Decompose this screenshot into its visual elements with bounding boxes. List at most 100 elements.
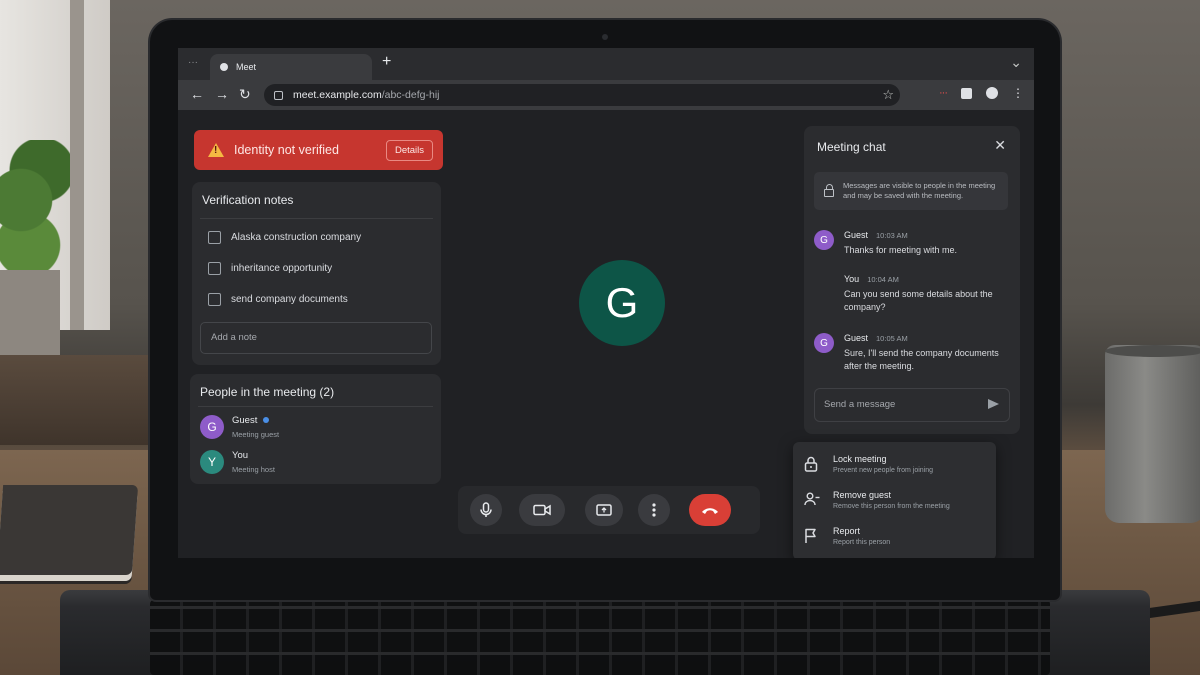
present-screen-button[interactable] bbox=[585, 494, 623, 526]
participant-name: Guest bbox=[232, 415, 279, 426]
notes-title: Verification notes bbox=[202, 193, 294, 207]
menu-item-remove-guest[interactable]: Remove guest Remove this person from the… bbox=[793, 486, 996, 522]
background-plant bbox=[0, 140, 70, 290]
avatar: G bbox=[200, 415, 224, 439]
chat-message: G Guest 10:03 AM Thanks for meeting with … bbox=[814, 230, 1010, 270]
verification-notes-panel: Verification notes Alaska construction c… bbox=[192, 182, 441, 365]
site-info-icon[interactable] bbox=[274, 90, 283, 100]
back-arrow-icon[interactable]: ← bbox=[190, 87, 204, 101]
menu-item-description: Prevent new people from joining bbox=[833, 467, 934, 474]
note-item[interactable]: inheritance opportunity bbox=[208, 262, 332, 275]
flag-icon bbox=[805, 528, 816, 543]
chat-message: G Guest 10:05 AM Sure, I'll send the comp… bbox=[814, 333, 1010, 383]
hang-up-icon bbox=[702, 507, 718, 514]
camera-button[interactable] bbox=[519, 494, 565, 526]
desk-notebook bbox=[0, 485, 139, 575]
desk-mug bbox=[1105, 345, 1200, 523]
laptop-keyboard bbox=[150, 600, 1050, 675]
chat-info-text: Messages are visible to people in the me… bbox=[843, 181, 996, 200]
participant-role: Meeting host bbox=[232, 465, 275, 474]
main-participant-avatar: G bbox=[579, 260, 665, 346]
recording-indicator-icon: ··· bbox=[939, 87, 948, 99]
profile-icon[interactable] bbox=[986, 87, 998, 99]
note-checkbox[interactable] bbox=[208, 262, 221, 275]
extensions-icon[interactable] bbox=[961, 87, 972, 99]
microphone-icon bbox=[480, 502, 492, 517]
identity-warning-banner: Identity not verified Details bbox=[194, 130, 443, 170]
menu-item-label: Lock meeting bbox=[833, 454, 887, 464]
address-bar[interactable]: meet.example.com/abc-defg-hij ☆ bbox=[264, 84, 900, 106]
note-checkbox[interactable] bbox=[208, 231, 221, 244]
note-label: send company documents bbox=[231, 294, 348, 305]
tab-meet[interactable]: Meet bbox=[210, 54, 372, 80]
new-tab-button[interactable]: + bbox=[382, 53, 391, 71]
message-header: Guest 10:03 AM bbox=[844, 230, 908, 240]
meeting-chat-panel: Meeting chat ✕ Messages are visible to p… bbox=[804, 126, 1020, 434]
details-button[interactable]: Details bbox=[385, 140, 433, 161]
tab-title: Meet bbox=[236, 62, 257, 72]
warning-icon bbox=[208, 143, 224, 157]
message-text: Sure, I'll send the company documents af… bbox=[844, 348, 999, 371]
end-call-button[interactable] bbox=[689, 494, 731, 526]
participant-name: You bbox=[232, 450, 249, 461]
tab-list-chevron-icon[interactable]: ⌄ bbox=[1010, 54, 1022, 71]
menu-item-label: Report bbox=[833, 526, 861, 536]
menu-item-report[interactable]: Report Report this person bbox=[793, 522, 996, 558]
note-item[interactable]: Alaska construction company bbox=[208, 231, 361, 244]
menu-item-label: Remove guest bbox=[833, 490, 892, 500]
background-window-frame bbox=[70, 0, 84, 330]
microphone-button[interactable] bbox=[470, 494, 502, 526]
note-checkbox[interactable] bbox=[208, 293, 221, 306]
meet-favicon-icon bbox=[220, 63, 228, 71]
menu-item-lock-meeting[interactable]: Lock meeting Prevent new people from joi… bbox=[793, 450, 996, 486]
message-header: Guest 10:05 AM bbox=[844, 333, 908, 343]
lock-icon bbox=[804, 456, 818, 472]
notes-divider bbox=[200, 218, 433, 219]
meet-content: Identity not verified Details Verificati… bbox=[178, 110, 1034, 558]
background-shelf bbox=[0, 355, 160, 445]
browser-toolbar: ← → ↻ meet.example.com/abc-defg-hij ☆ ··… bbox=[178, 80, 1034, 110]
present-icon bbox=[596, 503, 612, 516]
note-label: inheritance opportunity bbox=[231, 263, 333, 274]
forward-arrow-icon[interactable]: → bbox=[215, 87, 229, 101]
participant-role: Meeting guest bbox=[232, 430, 280, 439]
people-title: People in the meeting (2) bbox=[200, 385, 335, 399]
participant-actions-menu: Lock meeting Prevent new people from joi… bbox=[793, 442, 996, 558]
participant-guest[interactable]: G Guest Meeting guest bbox=[200, 415, 279, 439]
status-dot-icon bbox=[263, 417, 270, 424]
message-text: Thanks for meeting with me. bbox=[844, 245, 958, 255]
note-label: Alaska construction company bbox=[231, 232, 362, 243]
avatar: G bbox=[814, 230, 834, 250]
menu-item-description: Remove this person from the meeting bbox=[833, 503, 950, 510]
call-controls bbox=[458, 486, 760, 534]
message-text: Can you send some details about the comp… bbox=[844, 289, 993, 312]
browser-menu-icon[interactable]: ⋮ bbox=[1012, 87, 1024, 99]
chat-message: You 10:04 AM Can you send some details ab… bbox=[814, 274, 1010, 324]
laptop-camera bbox=[602, 34, 608, 40]
more-options-button[interactable] bbox=[638, 494, 670, 526]
people-panel: People in the meeting (2) G Guest Meetin… bbox=[190, 374, 441, 484]
remove-person-icon bbox=[804, 492, 820, 506]
reload-icon[interactable]: ↻ bbox=[239, 87, 251, 101]
laptop-screen: ··· Meet + ⌄ ← → ↻ meet.example.com/abc-… bbox=[178, 48, 1034, 558]
chat-title: Meeting chat bbox=[817, 140, 886, 154]
people-divider bbox=[198, 406, 433, 407]
close-icon[interactable]: ✕ bbox=[994, 137, 1006, 154]
menu-item-description: Report this person bbox=[833, 539, 891, 546]
more-vert-icon bbox=[652, 503, 656, 517]
add-note-input[interactable]: Add a note bbox=[200, 322, 432, 354]
url-text: meet.example.com/abc-defg-hij bbox=[293, 89, 440, 101]
chat-info-notice: Messages are visible to people in the me… bbox=[814, 172, 1008, 210]
star-icon[interactable]: ☆ bbox=[882, 87, 894, 103]
lock-icon bbox=[824, 184, 834, 197]
message-header: You 10:04 AM bbox=[844, 274, 899, 284]
banner-text: Identity not verified bbox=[234, 143, 339, 157]
note-item[interactable]: send company documents bbox=[208, 293, 348, 306]
send-message-input[interactable]: Send a message bbox=[814, 388, 1010, 422]
video-camera-icon bbox=[533, 504, 551, 516]
participant-you[interactable]: Y You Meeting host bbox=[200, 450, 275, 474]
tab-search-icon[interactable]: ··· bbox=[188, 57, 198, 68]
avatar: G bbox=[814, 333, 834, 353]
browser-tabbar: ··· Meet + ⌄ bbox=[178, 48, 1034, 80]
send-icon[interactable] bbox=[988, 399, 999, 409]
